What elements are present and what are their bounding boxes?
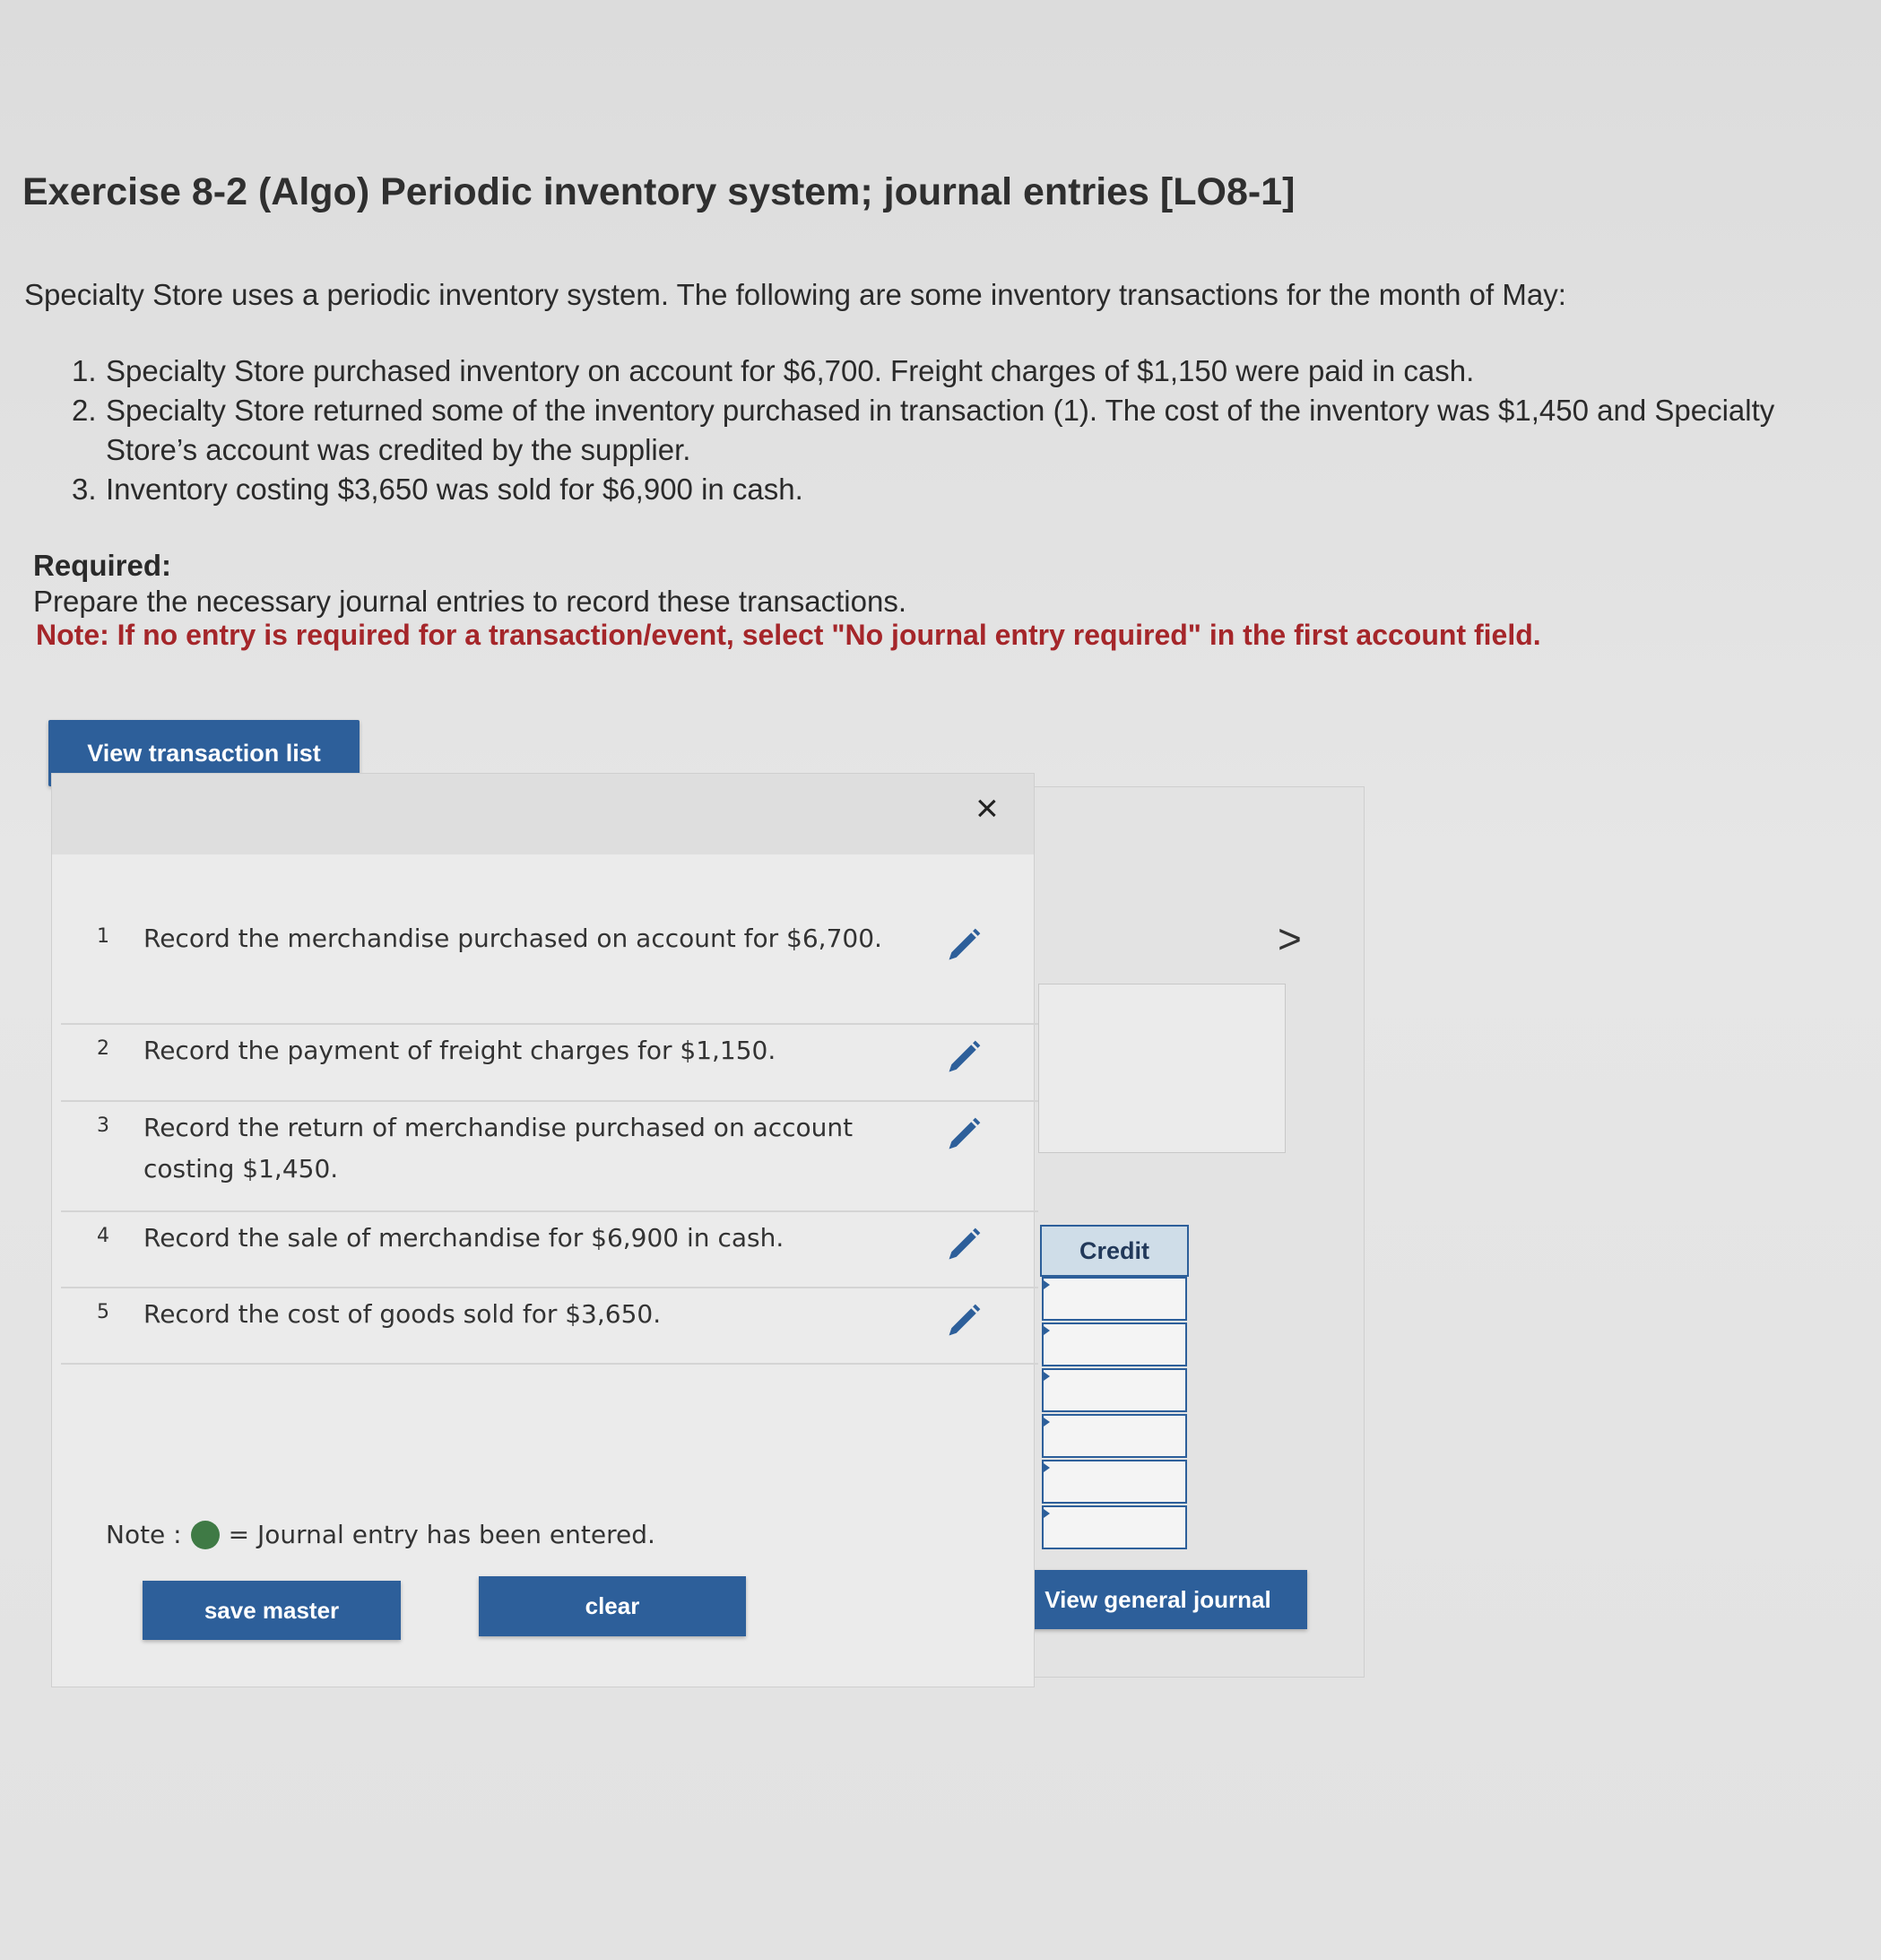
- exercise-title: Exercise 8-2 (Algo) Periodic inventory s…: [22, 170, 1296, 213]
- entered-status-dot: [190, 1520, 220, 1549]
- transaction-row[interactable]: 1 Record the merchandise purchased on ac…: [61, 913, 1038, 1025]
- transaction-item: 2. Specialty Store returned some of the i…: [72, 391, 1874, 470]
- clear-button[interactable]: clear: [479, 1576, 746, 1636]
- transaction-number: 2.: [72, 394, 97, 427]
- pencil-icon[interactable]: [944, 1037, 984, 1077]
- transaction-text: Specialty Store purchased inventory on a…: [106, 354, 1475, 387]
- transaction-row[interactable]: 3 Record the return of merchandise purch…: [61, 1102, 1038, 1212]
- row-number: 3: [97, 1114, 109, 1137]
- intro-text: Specialty Store uses a periodic inventor…: [24, 278, 1566, 311]
- credit-input[interactable]: [1042, 1460, 1187, 1504]
- row-description: Record the return of merchandise purchas…: [143, 1113, 854, 1184]
- credit-column-header: Credit: [1040, 1225, 1189, 1277]
- row-description: Record the sale of merchandise for $6,90…: [143, 1223, 784, 1253]
- journal-entry-box: [1038, 984, 1286, 1153]
- transaction-row[interactable]: 4 Record the sale of merchandise for $6,…: [61, 1212, 1038, 1288]
- transaction-item: 3. Inventory costing $3,650 was sold for …: [72, 470, 1874, 509]
- transaction-row[interactable]: 2 Record the payment of freight charges …: [61, 1025, 1038, 1102]
- transaction-text: Inventory costing $3,650 was sold for $6…: [106, 473, 803, 506]
- row-number: 5: [97, 1301, 109, 1323]
- instruction-note: Note: If no entry is required for a tran…: [36, 619, 1541, 651]
- chevron-right-icon[interactable]: >: [1278, 915, 1302, 963]
- entry-status-note: Note : = Journal entry has been entered.: [106, 1520, 655, 1549]
- row-description: Record the payment of freight charges fo…: [143, 1036, 776, 1065]
- pencil-icon[interactable]: [944, 1114, 984, 1154]
- row-description: Record the merchandise purchased on acco…: [143, 924, 882, 953]
- pencil-icon[interactable]: [944, 925, 984, 965]
- view-general-journal-button[interactable]: View general journal: [1009, 1570, 1307, 1629]
- save-master-button[interactable]: save master: [143, 1581, 401, 1640]
- credit-input[interactable]: [1042, 1323, 1187, 1366]
- transaction-item: 1. Specialty Store purchased inventory on…: [72, 351, 1874, 391]
- credit-input[interactable]: [1042, 1277, 1187, 1321]
- credit-input[interactable]: [1042, 1414, 1187, 1458]
- transaction-list: 1. Specialty Store purchased inventory on…: [72, 351, 1874, 509]
- credit-column: [1042, 1275, 1187, 1549]
- required-heading: Required:: [33, 549, 172, 582]
- transaction-number: 1.: [72, 354, 97, 387]
- transaction-list-modal: × 1 Record the merchandise purchased on …: [51, 773, 1038, 1687]
- transaction-rows: 1 Record the merchandise purchased on ac…: [61, 913, 1038, 1365]
- credit-input[interactable]: [1042, 1505, 1187, 1549]
- note-suffix: = Journal entry has been entered.: [228, 1520, 655, 1549]
- note-prefix: Note :: [106, 1520, 182, 1549]
- transaction-row[interactable]: 5 Record the cost of goods sold for $3,6…: [61, 1288, 1038, 1365]
- transaction-text: Specialty Store returned some of the inv…: [106, 394, 1775, 466]
- row-number: 4: [97, 1225, 109, 1247]
- close-icon[interactable]: ×: [975, 786, 999, 831]
- row-number: 1: [97, 925, 109, 948]
- required-text: Prepare the necessary journal entries to…: [33, 585, 907, 618]
- transaction-number: 3.: [72, 473, 97, 506]
- credit-input[interactable]: [1042, 1368, 1187, 1412]
- pencil-icon[interactable]: [944, 1225, 984, 1264]
- row-description: Record the cost of goods sold for $3,650…: [143, 1299, 662, 1329]
- pencil-icon[interactable]: [944, 1301, 984, 1340]
- modal-header: [52, 774, 1034, 854]
- row-number: 2: [97, 1037, 109, 1060]
